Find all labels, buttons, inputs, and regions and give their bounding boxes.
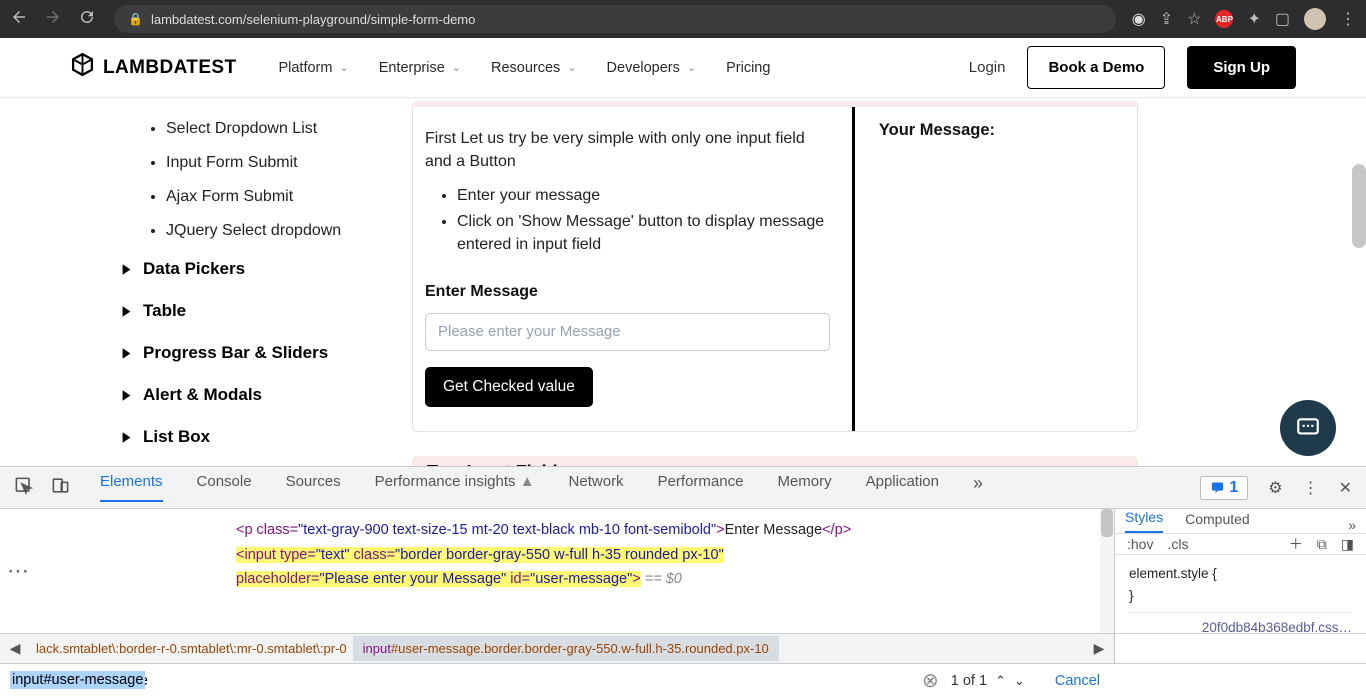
chat-fab[interactable] [1280,400,1336,456]
lock-icon: 🔒 [128,12,143,26]
two-input-fields-heading: Two Input Fields [412,456,1138,466]
search-clear-icon[interactable]: ⊗ [922,668,939,693]
settings-gear-icon[interactable]: ⚙ [1268,478,1282,498]
signup-button[interactable]: Sign Up [1187,46,1296,89]
elements-scrollbar[interactable] [1100,509,1114,633]
chrome-menu-icon[interactable]: ⋮ [1340,9,1356,29]
google-icon[interactable]: ◉ [1132,9,1146,29]
tab-memory[interactable]: Memory [777,473,831,502]
reload-icon[interactable] [78,8,96,31]
sidebar-item-select-dropdown[interactable]: Select Dropdown List [166,112,412,146]
element-style-rule[interactable]: element.style { [1129,566,1217,581]
url-bar[interactable]: 🔒 lambdatest.com/selenium-playground/sim… [114,5,1116,33]
new-style-rule-icon[interactable]: ＋ [1289,534,1303,554]
devtools-search-input[interactable] [10,668,910,693]
sidebar-cat-data-pickers[interactable]: Data Pickers [120,248,412,290]
your-message-label: Your Message: [879,121,1117,140]
tab-console[interactable]: Console [197,473,252,502]
brand-logo[interactable]: LAMBDATEST [70,52,236,83]
tab-network[interactable]: Network [569,473,624,502]
chevron-down-icon: ⌄ [687,61,696,74]
inspect-icon[interactable] [14,476,33,500]
cls-toggle[interactable]: .cls [1167,536,1188,552]
nav-platform[interactable]: Platform⌄ [278,60,348,76]
crumb-left-arrow[interactable]: ◀ [0,640,30,657]
site-header: LAMBDATEST Platform⌄ Enterprise⌄ Resourc… [0,38,1366,98]
crumb-parent[interactable]: lack.smtablet\:border-r-0.smtablet\:mr-0… [30,641,353,656]
tab-overflow-icon[interactable]: » [973,473,983,502]
step-2: Click on 'Show Message' button to displa… [457,209,830,257]
browser-chrome-bar: 🔒 lambdatest.com/selenium-playground/sim… [0,0,1366,38]
extension-puzzle-icon[interactable]: ✦ [1247,9,1260,29]
devtools-panel: Elements Console Sources Performance ins… [0,466,1366,697]
brand-text: LAMBDATEST [103,57,236,79]
sidebar-cat-listbox[interactable]: List Box [120,416,412,458]
elements-gutter-more[interactable]: ⋯ [0,509,36,633]
enter-message-label: Enter Message [425,283,830,301]
elements-breadcrumb: ◀ lack.smtablet\:border-r-0.smtablet\:mr… [0,633,1114,663]
nav-enterprise[interactable]: Enterprise⌄ [379,60,461,76]
tab-perf-insights[interactable]: Performance insights ▲ [375,473,535,502]
url-text: lambdatest.com/selenium-playground/simpl… [151,12,475,27]
search-next-icon[interactable]: ⌄ [1014,673,1025,689]
login-link[interactable]: Login [969,59,1006,76]
step-1: Enter your message [457,183,830,208]
chevron-down-icon: ⌄ [567,61,576,74]
get-checked-value-button[interactable]: Get Checked value [425,367,593,407]
sidebar-cat-others[interactable]: Others [120,458,412,466]
crumb-right-arrow[interactable]: ▶ [1084,640,1114,657]
single-input-card: First Let us try be very simple with onl… [412,107,1138,432]
elements-dom-tree[interactable]: <p class="text-gray-900 text-size-15 mt-… [36,509,1100,633]
tab-application[interactable]: Application [866,473,939,502]
devtools-close-icon[interactable]: ✕ [1339,478,1352,498]
message-input[interactable] [425,313,830,351]
crumb-current[interactable]: inputinput#user-message.border.border-gr… [353,636,779,661]
sidebar-item-ajax-form-submit[interactable]: Ajax Form Submit [166,180,412,214]
tab-elements[interactable]: Elements [100,473,163,502]
tab-performance[interactable]: Performance [658,473,744,502]
computed-layout-icon[interactable]: ⧉ [1317,536,1327,553]
devtools-more-icon[interactable]: ⋮ [1303,478,1319,498]
sidebar-item-jquery-select[interactable]: JQuery Select dropdown [166,214,412,248]
nav-resources[interactable]: Resources⌄ [491,60,577,76]
styles-panel: Styles Computed » :hov .cls ＋ ⧉ ◨ elemen… [1114,509,1366,633]
chevron-down-icon: ⌄ [452,61,461,74]
styles-tab[interactable]: Styles [1125,509,1163,533]
back-icon[interactable] [10,8,28,31]
hov-toggle[interactable]: :hov [1127,536,1153,552]
nav-pricing[interactable]: Pricing [726,60,770,76]
sidebar-cat-table[interactable]: Table [120,290,412,332]
toggle-sidebar-icon[interactable]: ◨ [1341,536,1354,553]
sidebar-cat-alert[interactable]: Alert & Modals [120,374,412,416]
tab-sources[interactable]: Sources [286,473,341,502]
sidebar-cat-progress[interactable]: Progress Bar & Sliders [120,332,412,374]
window-icon[interactable]: ▢ [1275,9,1290,29]
css-source-link[interactable]: 20f0db84b368edbf.css… [1202,617,1352,633]
book-demo-button[interactable]: Book a Demo [1027,46,1165,89]
search-cancel-button[interactable]: Cancel [1055,673,1100,689]
chevron-down-icon: ⌄ [339,61,348,74]
bookmark-icon[interactable]: ☆ [1187,9,1201,29]
search-count: 1 of 1 [951,673,987,689]
issues-badge[interactable]: 1 [1200,476,1248,500]
search-prev-icon[interactable]: ⌃ [995,673,1006,689]
devtools-search-bar: input#user-message ⊗ 1 of 1 ⌃ ⌄ Cancel [0,663,1366,697]
computed-tab[interactable]: Computed [1185,511,1250,533]
styles-overflow-icon[interactable]: » [1348,517,1356,533]
logo-icon [70,52,95,83]
nav-developers[interactable]: Developers⌄ [607,60,697,76]
sidebar-nav: Select Dropdown List Input Form Submit A… [0,98,412,466]
page-content: Select Dropdown List Input Form Submit A… [0,98,1366,466]
profile-avatar[interactable] [1304,8,1326,30]
intro-text: First Let us try be very simple with onl… [425,127,830,173]
share-icon[interactable]: ⇪ [1160,9,1173,29]
sidebar-item-input-form-submit[interactable]: Input Form Submit [166,146,412,180]
device-toolbar-icon[interactable] [51,476,70,500]
abp-extension-icon[interactable]: ABP [1215,10,1233,28]
devtools-toolbar: Elements Console Sources Performance ins… [0,467,1366,509]
forward-icon[interactable] [44,8,62,31]
